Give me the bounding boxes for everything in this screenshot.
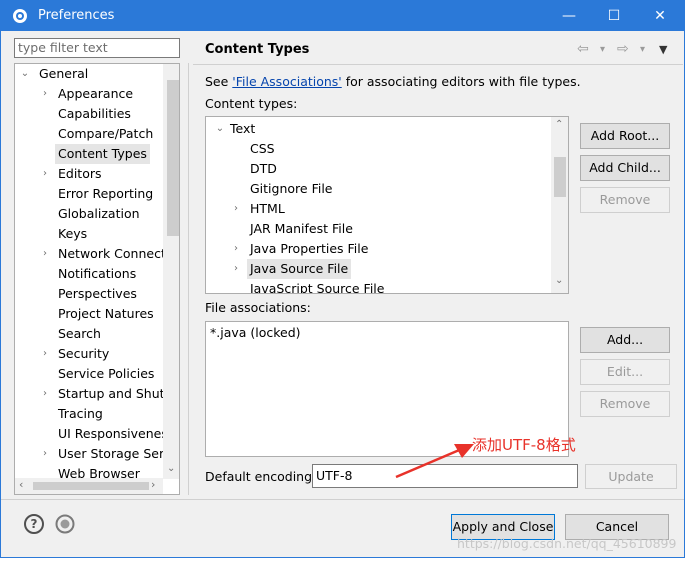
chevron-right-icon[interactable]: › — [230, 239, 242, 259]
close-button[interactable]: ✕ — [637, 1, 683, 31]
tree-item[interactable]: Startup and Shutd — [55, 384, 175, 404]
content-types-vertical-thumb[interactable] — [554, 157, 566, 197]
content-type-item[interactable]: DTD — [247, 159, 280, 179]
tree-item[interactable]: Content Types — [55, 144, 150, 164]
remove-content-type-button[interactable]: Remove — [580, 187, 670, 213]
content-type-item[interactable]: HTML — [247, 199, 288, 219]
help-icon[interactable]: ? — [24, 514, 44, 534]
annotation-arrow — [395, 444, 474, 479]
add-root-button[interactable]: Add Root... — [580, 123, 670, 149]
import-export-icon[interactable] — [55, 514, 75, 534]
scroll-right-arrow-icon[interactable]: › — [151, 478, 155, 491]
chevron-right-icon[interactable]: › — [39, 84, 51, 104]
chevron-right-icon[interactable]: › — [39, 244, 51, 264]
page-title: Content Types — [205, 42, 310, 57]
tree-item[interactable]: Capabilities — [55, 104, 134, 124]
see-file-associations-text: See 'File Associations' for associating … — [205, 74, 581, 89]
maximize-button[interactable]: ☐ — [591, 1, 637, 31]
chevron-right-icon[interactable]: › — [39, 444, 51, 464]
update-button[interactable]: Update — [585, 464, 677, 489]
header-divider — [193, 64, 683, 65]
scroll-up-arrow-icon[interactable]: ⌃ — [555, 119, 563, 130]
annotation-label: 添加UTF-8格式 — [472, 436, 576, 454]
chevron-right-icon[interactable]: › — [39, 164, 51, 184]
tree-item[interactable]: Network Connectio — [55, 244, 179, 264]
content-types-tree[interactable]: ⌄ Text CSS DTD Gitignore File › HTML JAR Mani… — [205, 116, 569, 294]
chevron-right-icon[interactable]: › — [230, 199, 242, 219]
tree-item[interactable]: Tracing — [55, 404, 106, 424]
content-type-item[interactable]: Gitignore File — [247, 179, 335, 199]
content-types-vertical-scrollbar[interactable] — [551, 117, 568, 293]
sash-divider[interactable] — [188, 63, 189, 495]
tree-item[interactable]: Search — [55, 324, 104, 344]
tree-vertical-thumb[interactable] — [167, 80, 179, 236]
content-type-item[interactable]: JavaScript Source File — [247, 279, 387, 293]
chevron-right-icon[interactable]: › — [230, 259, 242, 279]
preferences-tree[interactable]: ⌄ General › Appearance Capabilities Compare… — [14, 63, 180, 495]
tree-item-general[interactable]: General — [39, 64, 88, 84]
eclipse-gear-icon — [13, 9, 27, 23]
tree-item[interactable]: Project Natures — [55, 304, 157, 324]
forward-dropdown-icon[interactable]: ▾ — [640, 44, 645, 55]
view-menu-icon[interactable]: ▼ — [659, 43, 667, 56]
tree-item[interactable]: Compare/Patch — [55, 124, 156, 144]
window-title: Preferences — [38, 8, 115, 23]
content-types-label: Content types: — [205, 96, 298, 111]
content-type-text[interactable]: Text — [230, 119, 255, 139]
tree-item[interactable]: Error Reporting — [55, 184, 156, 204]
tree-item[interactable]: Notifications — [55, 264, 139, 284]
file-association-item[interactable]: *.java (locked) — [210, 323, 301, 343]
scroll-down-arrow-icon[interactable]: ⌄ — [167, 463, 175, 474]
default-encoding-label: Default encoding: — [205, 469, 317, 484]
tree-item[interactable]: Perspectives — [55, 284, 140, 304]
content-type-item[interactable]: JAR Manifest File — [247, 219, 356, 239]
forward-arrow-icon[interactable]: ⇨ — [617, 41, 629, 57]
tree-horizontal-thumb[interactable] — [33, 482, 149, 490]
chevron-right-icon[interactable]: › — [39, 344, 51, 364]
remove-association-button[interactable]: Remove — [580, 391, 670, 417]
footer-divider — [1, 499, 684, 500]
watermark-text: https://blog.csdn.net/qq_45610899 — [457, 536, 677, 551]
back-arrow-icon[interactable]: ⇦ — [577, 41, 589, 57]
add-child-button[interactable]: Add Child... — [580, 155, 670, 181]
filter-input[interactable]: type filter text — [14, 38, 180, 58]
chevron-right-icon[interactable]: › — [39, 384, 51, 404]
tree-item[interactable]: User Storage Serv — [55, 444, 175, 464]
add-association-button[interactable]: Add... — [580, 327, 670, 353]
scroll-left-arrow-icon[interactable]: ‹ — [19, 478, 23, 491]
chevron-down-icon[interactable]: ⌄ — [19, 64, 31, 84]
tree-item[interactable]: Appearance — [55, 84, 136, 104]
scroll-down-arrow-icon[interactable]: ⌄ — [555, 275, 563, 286]
title-bar: Preferences — ☐ ✕ — [1, 1, 684, 31]
minimize-button[interactable]: — — [546, 1, 592, 31]
edit-association-button[interactable]: Edit... — [580, 359, 670, 385]
tree-item[interactable]: Service Policies — [55, 364, 157, 384]
content-type-item[interactable]: Java Properties File — [247, 239, 371, 259]
chevron-down-icon[interactable]: ⌄ — [214, 119, 226, 139]
file-associations-link[interactable]: 'File Associations' — [232, 74, 341, 89]
tree-item[interactable]: Editors — [55, 164, 105, 184]
tree-item[interactable]: Globalization — [55, 204, 143, 224]
back-dropdown-icon[interactable]: ▾ — [600, 44, 605, 55]
tree-item[interactable]: Security — [55, 344, 112, 364]
file-associations-label: File associations: — [205, 300, 311, 315]
content-type-item[interactable]: Java Source File — [247, 259, 352, 279]
content-type-item[interactable]: CSS — [247, 139, 278, 159]
tree-item[interactable]: UI Responsiveness — [55, 424, 177, 444]
tree-item[interactable]: Keys — [55, 224, 90, 244]
